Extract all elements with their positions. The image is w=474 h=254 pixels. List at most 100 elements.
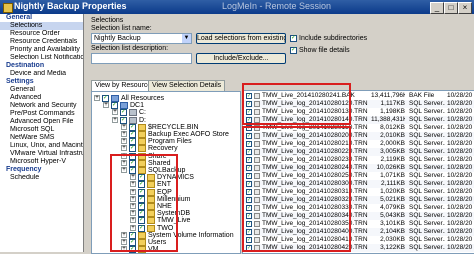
file-date: 10/28/20 bbox=[447, 140, 473, 147]
file-size: 2,119KB bbox=[380, 156, 405, 163]
file-type: BAK File bbox=[409, 92, 435, 99]
file-date: 10/28/20 bbox=[447, 236, 473, 243]
file-type: SQL Server... bbox=[409, 212, 445, 219]
nav-item[interactable]: Network and Security bbox=[0, 102, 83, 110]
expand-icon[interactable]: + bbox=[112, 109, 118, 116]
nav-item[interactable]: Advanced bbox=[0, 94, 83, 102]
nav-item[interactable]: Linux, Unix, and Macintosh bbox=[0, 142, 83, 150]
file-type: SQL Server... bbox=[409, 124, 445, 131]
file-type: SQL Server... bbox=[409, 220, 445, 227]
expand-icon[interactable]: + bbox=[121, 123, 127, 130]
list-name-label: Selection list name: bbox=[91, 25, 152, 32]
file-type: SQL Server... bbox=[409, 100, 445, 107]
file-type: SQL Server... bbox=[409, 116, 445, 123]
list-description-label: Selection list description: bbox=[91, 45, 169, 52]
show-file-details-label: Show file details bbox=[299, 47, 350, 54]
nav-section-header: General bbox=[6, 14, 33, 21]
file-size: 2,104KB bbox=[380, 228, 405, 235]
file-size: 3,101KB bbox=[380, 220, 405, 227]
file-size: 13,411,796KB bbox=[371, 92, 405, 99]
nav-item[interactable]: Pre/Post Commands bbox=[0, 110, 83, 118]
nav-item[interactable]: Selections bbox=[0, 22, 83, 30]
file-type: SQL Server... bbox=[409, 148, 445, 155]
file-size: 4,079KB bbox=[380, 204, 405, 211]
file-size: 2,030KB bbox=[380, 236, 405, 243]
list-name-select[interactable]: Nightly Backup ▼ bbox=[91, 33, 192, 44]
file-size: 2,010KB bbox=[380, 132, 405, 139]
expand-icon[interactable]: + bbox=[94, 95, 100, 101]
maximize-button[interactable]: □ bbox=[444, 2, 458, 14]
nav-item[interactable]: NetWare SMS bbox=[0, 134, 83, 142]
file-date: 10/28/20 bbox=[447, 164, 473, 171]
file-date: 10/28/20 bbox=[447, 132, 473, 139]
highlight-box-bak-files bbox=[242, 83, 351, 125]
file-type: SQL Server... bbox=[409, 244, 445, 251]
file-date: 10/28/20 bbox=[447, 100, 473, 107]
tab-view-selection-details[interactable]: View Selection Details bbox=[148, 80, 226, 91]
nav-item[interactable]: Resource Order bbox=[0, 30, 83, 38]
file-type: SQL Server... bbox=[409, 164, 445, 171]
file-size: 3,005KB bbox=[380, 148, 405, 155]
file-date: 10/28/20 bbox=[447, 124, 473, 131]
file-date: 10/28/20 bbox=[447, 156, 473, 163]
window-title: Nightly Backup Properties bbox=[14, 1, 127, 11]
file-size: 10,026KB bbox=[376, 164, 405, 171]
file-type: SQL Server... bbox=[409, 132, 445, 139]
nav-item[interactable]: Microsoft SQL bbox=[0, 126, 83, 134]
file-type: SQL Server... bbox=[409, 180, 445, 187]
file-size: 2,111KB bbox=[381, 180, 405, 187]
load-selections-button[interactable]: Load selections from existing list... bbox=[196, 33, 286, 44]
file-type: SQL Server... bbox=[409, 108, 445, 115]
file-type: SQL Server... bbox=[409, 156, 445, 163]
nav-section-header: Frequency bbox=[6, 166, 42, 173]
nav-item[interactable]: VMware Virtual Infrastructure bbox=[0, 150, 83, 158]
expand-icon[interactable]: + bbox=[112, 116, 118, 123]
nav-section-header: Settings bbox=[6, 78, 34, 85]
nav-item[interactable]: Resource Credentials bbox=[0, 38, 83, 46]
include-exclude-button[interactable]: Include/Exclude... bbox=[196, 53, 286, 64]
show-file-details-checkbox[interactable]: ✓ bbox=[290, 47, 297, 54]
nav-item[interactable]: Priority and Availability bbox=[0, 46, 83, 54]
nav-item[interactable]: Schedule bbox=[0, 174, 83, 182]
file-date: 10/28/20 bbox=[447, 92, 473, 99]
file-size: 1,117KB bbox=[380, 100, 405, 107]
highlight-box-sqlbackup bbox=[110, 154, 178, 252]
file-type: SQL Server... bbox=[409, 196, 445, 203]
file-size: 1,198KB bbox=[380, 108, 405, 115]
file-date: 10/28/20 bbox=[447, 204, 473, 211]
file-size: 1,020KB bbox=[380, 188, 405, 195]
include-subdirectories-checkbox[interactable]: ✓ bbox=[290, 35, 297, 42]
nav-item[interactable]: Advanced Open File bbox=[0, 118, 83, 126]
expand-icon[interactable]: + bbox=[103, 102, 109, 109]
nav-item[interactable]: Device and Media bbox=[0, 70, 83, 78]
list-description-input[interactable] bbox=[91, 53, 192, 64]
close-button[interactable]: × bbox=[458, 2, 472, 14]
selections-group-label: Selections bbox=[91, 17, 124, 24]
minimize-button[interactable]: _ bbox=[430, 2, 444, 14]
file-date: 10/28/20 bbox=[447, 196, 473, 203]
highlight-box-trn-files bbox=[242, 126, 351, 252]
expand-icon[interactable]: + bbox=[121, 131, 127, 137]
file-date: 10/28/20 bbox=[447, 188, 473, 195]
file-date: 10/28/20 bbox=[447, 172, 473, 179]
title-bar: Nightly Backup Properties LogMeIn - Remo… bbox=[0, 0, 474, 14]
nav-section-header: Destination bbox=[6, 62, 45, 69]
file-size: 5,021KB bbox=[380, 196, 405, 203]
file-date: 10/28/20 bbox=[447, 180, 473, 187]
chevron-down-icon[interactable]: ▼ bbox=[182, 34, 191, 43]
file-date: 10/28/20 bbox=[447, 228, 473, 235]
nav-item[interactable]: Selection List Notification bbox=[0, 54, 83, 62]
nav-item[interactable]: General bbox=[0, 86, 83, 94]
expand-icon[interactable]: + bbox=[121, 145, 127, 152]
file-date: 10/28/20 bbox=[447, 212, 473, 219]
file-date: 10/28/20 bbox=[447, 108, 473, 115]
file-date: 10/28/20 bbox=[447, 220, 473, 227]
expand-icon[interactable]: + bbox=[121, 138, 127, 145]
nav-item[interactable]: Microsoft Hyper-V bbox=[0, 158, 83, 166]
file-date: 10/28/20 bbox=[447, 116, 473, 123]
file-size: 1,071KB bbox=[380, 172, 405, 179]
list-name-value: Nightly Backup bbox=[94, 35, 141, 42]
file-type: SQL Server... bbox=[409, 204, 445, 211]
file-type: SQL Server... bbox=[409, 172, 445, 179]
file-size: 2,000KB bbox=[380, 140, 405, 147]
